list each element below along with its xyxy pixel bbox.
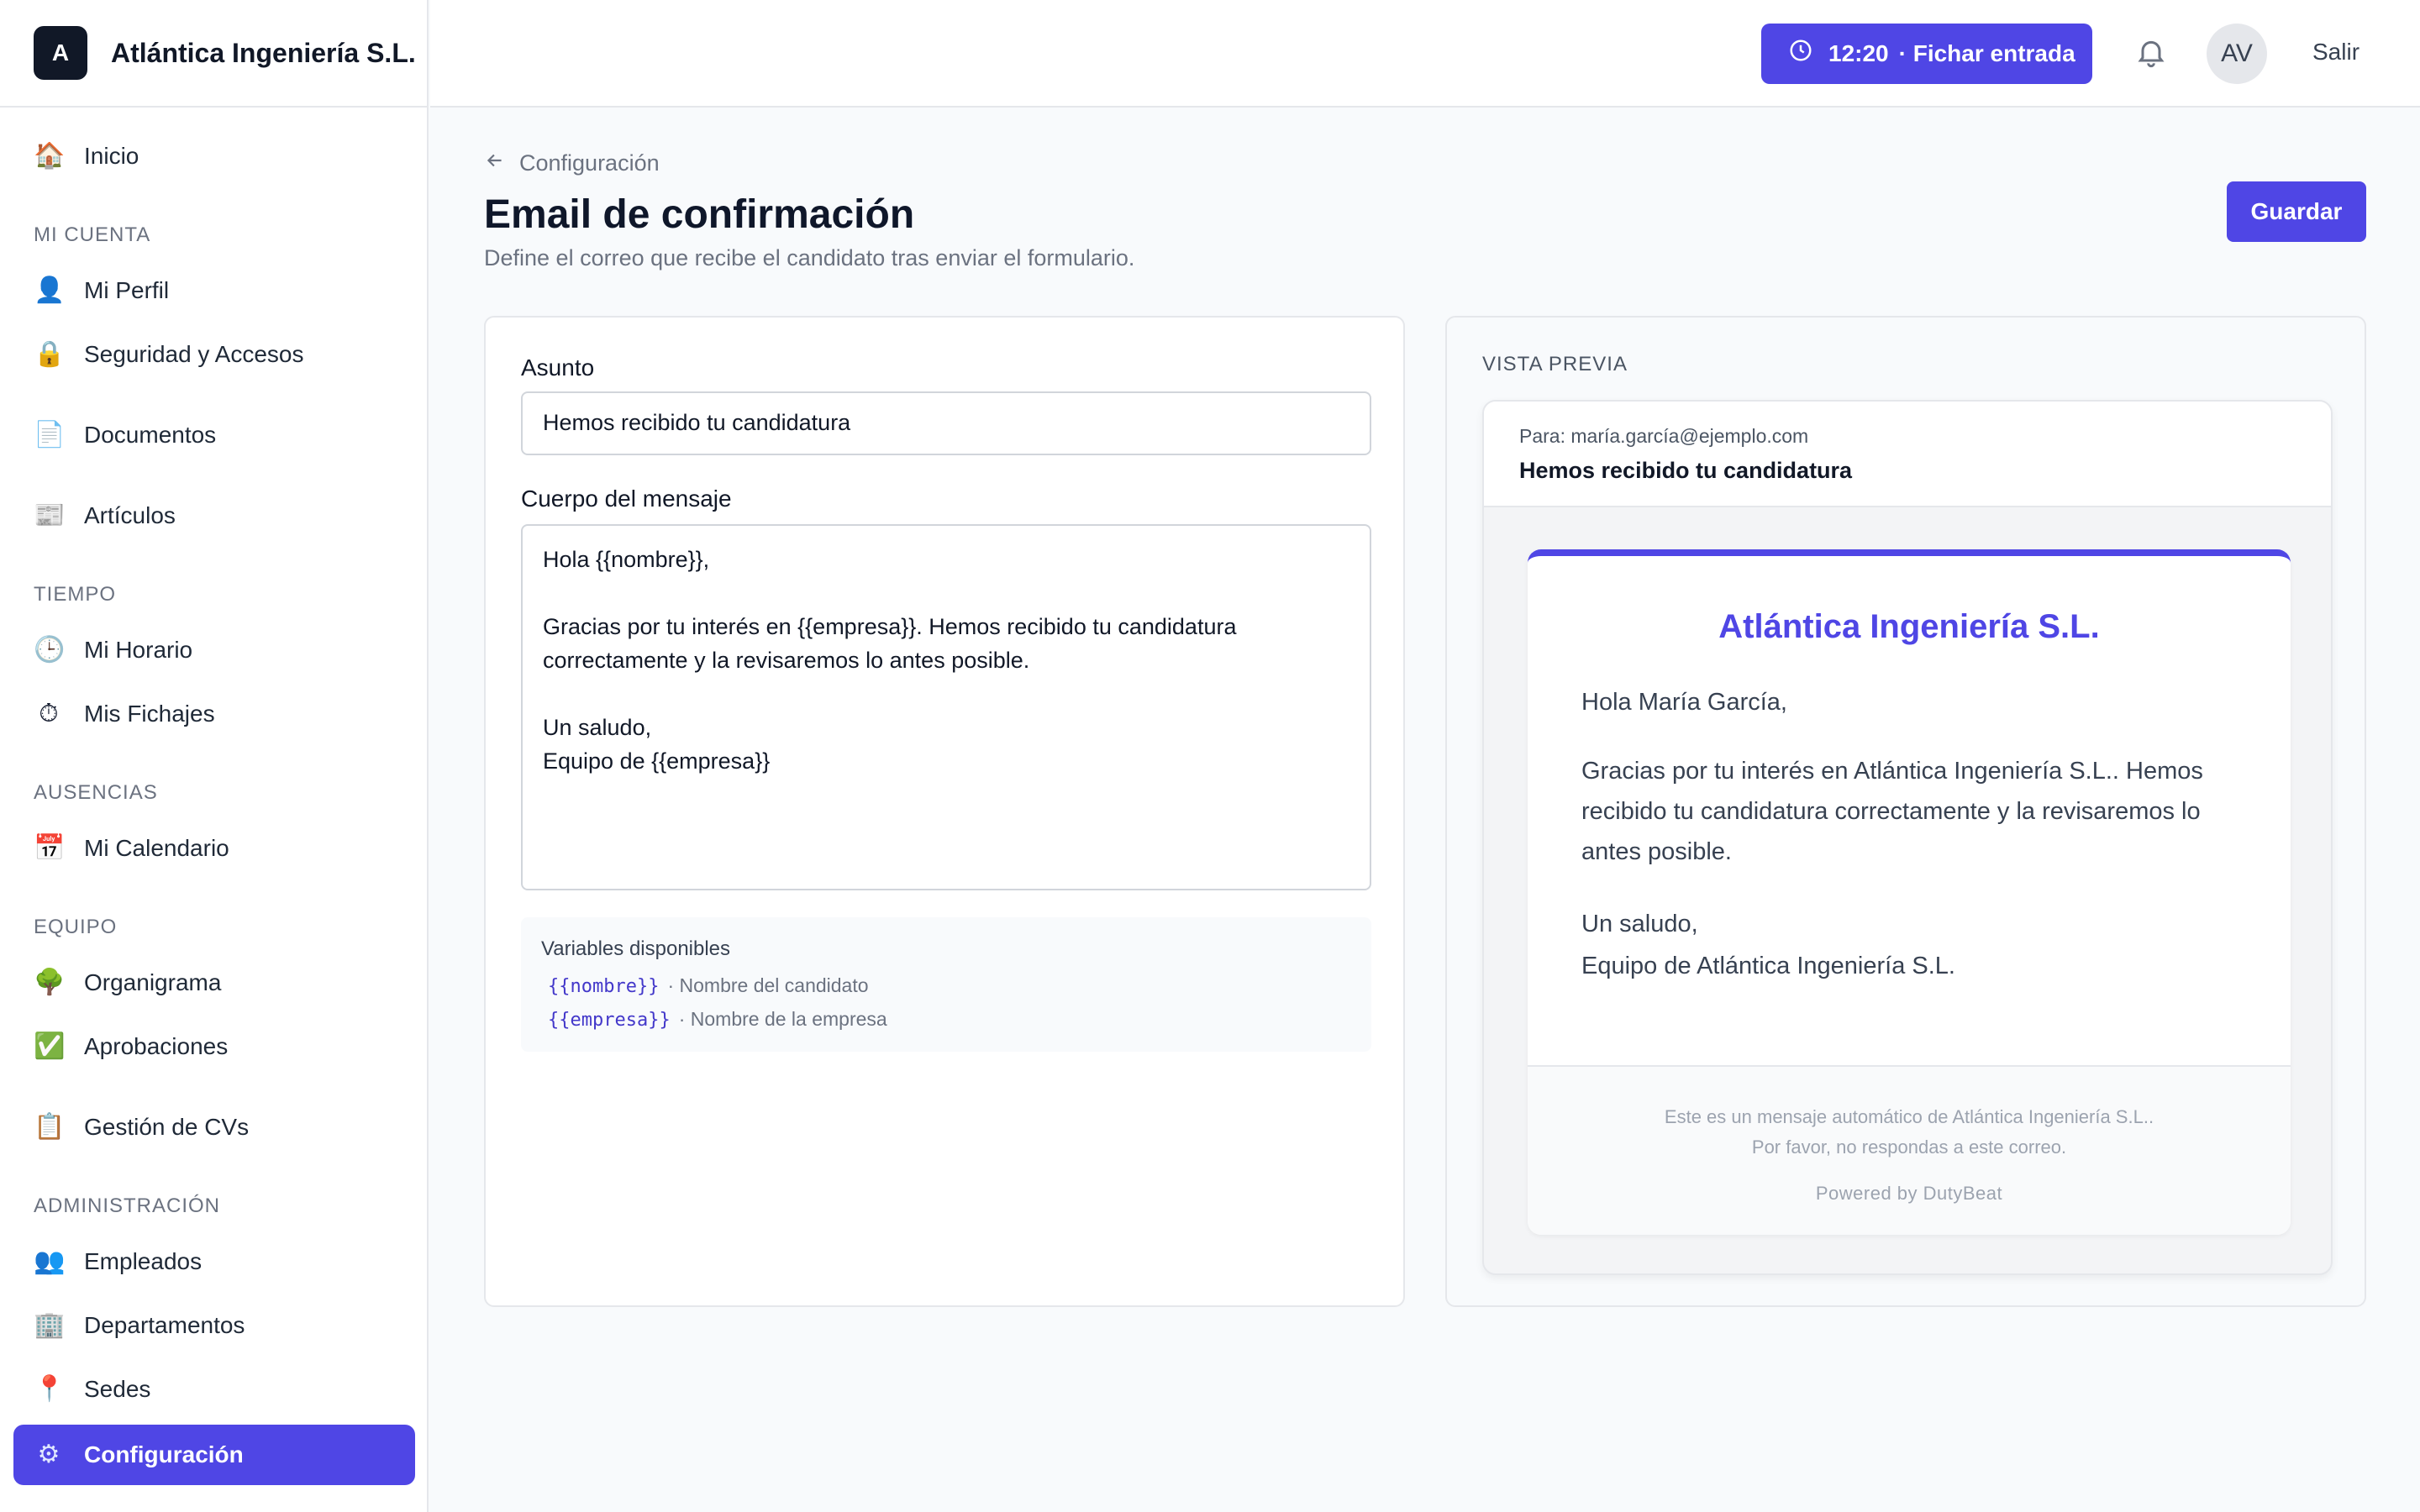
sidebar-item-articulos[interactable]: 📰 Artículos	[13, 486, 415, 546]
check-icon: ✅	[34, 1032, 66, 1060]
subject-label: Asunto	[521, 354, 595, 381]
sidebar-item-mi-calendario[interactable]: 📅 Mi Calendario	[13, 818, 415, 879]
user-icon: 👤	[34, 276, 66, 304]
email-signature: Equipo de Atlántica Ingeniería S.L.	[1581, 953, 1955, 979]
avatar[interactable]: AV	[2207, 24, 2267, 84]
clipboard-icon: 📋	[34, 1113, 66, 1141]
clock-time: 12:20	[1828, 40, 1889, 66]
sidebar-item-sedes[interactable]: 📍 Sedes	[13, 1359, 415, 1420]
breadcrumb-label: Configuración	[519, 150, 660, 176]
sidebar-item-aprobaciones[interactable]: ✅ Aprobaciones	[13, 1016, 415, 1077]
sidebar-item-label: Aprobaciones	[84, 1033, 229, 1059]
sidebar-item-label: Mi Calendario	[84, 835, 229, 861]
variable-row: {{nombre}} · Nombre del candidato	[541, 969, 1351, 1003]
sidebar-item-label: Inicio	[84, 143, 139, 169]
tree-icon: 🌳	[34, 969, 66, 996]
email-footer: Este es un mensaje automático de Atlánti…	[1528, 1065, 2291, 1235]
brand-name: Atlántica Ingeniería S.L.	[111, 37, 416, 68]
email-subject: Hemos recibido tu candidatura	[1519, 458, 1853, 483]
variable-row: {{empresa}} · Nombre de la empresa	[541, 1003, 1351, 1037]
sidebar: A Atlántica Ingeniería S.L. 🏠 Inicio MI …	[0, 0, 429, 1512]
bell-icon[interactable]	[2133, 35, 2170, 72]
home-icon: 🏠	[34, 142, 66, 170]
clock-in-button[interactable]: 12:20 · Fichar entrada	[1761, 24, 2092, 84]
section-mi-cuenta: MI CUENTA	[34, 223, 151, 246]
sidebar-item-label: Sedes	[84, 1376, 151, 1402]
newspaper-icon: 📰	[34, 501, 66, 529]
sidebar-item-documentos[interactable]: 📄 Documentos	[13, 405, 415, 465]
email-body: Atlántica Ingeniería S.L. Hola María Gar…	[1528, 549, 2291, 1235]
sidebar-item-mi-perfil[interactable]: 👤 Mi Perfil	[13, 260, 415, 321]
subject-input[interactable]: Hemos recibido tu candidatura	[521, 391, 1371, 455]
editor-card: Asunto Hemos recibido tu candidatura Cue…	[484, 316, 1405, 1307]
brand-logo: A	[34, 26, 87, 80]
stopwatch-icon: ⏱	[39, 700, 59, 727]
variables-title: Variables disponibles	[541, 937, 731, 960]
preview-card: VISTA PREVIA Para: maría.garcía@ejemplo.…	[1445, 316, 2366, 1307]
sidebar-item-label: Documentos	[84, 422, 217, 448]
building-icon: 🏢	[34, 1311, 66, 1339]
document-icon: 📄	[34, 421, 66, 449]
body-textarea[interactable]: Hola {{nombre}}, Gracias por tu interés …	[521, 524, 1371, 890]
users-icon: 👥	[34, 1247, 66, 1275]
sidebar-item-mis-fichajes[interactable]: ⏱ Mis Fichajes	[13, 684, 415, 744]
sidebar-item-empleados[interactable]: 👥 Empleados	[13, 1231, 415, 1292]
page-title: Email de confirmación	[484, 192, 915, 237]
sidebar-item-label: Mi Perfil	[84, 277, 170, 303]
section-administracion: ADMINISTRACIÓN	[34, 1194, 221, 1217]
logout-link[interactable]: Salir	[2312, 39, 2360, 66]
sidebar-item-label: Seguridad y Accesos	[84, 341, 304, 367]
top-header: 12:20 · Fichar entrada AV Salir	[430, 0, 2420, 108]
sidebar-item-label: Configuración	[84, 1441, 244, 1467]
sidebar-item-label: Empleados	[84, 1248, 203, 1274]
sidebar-item-label: Mis Fichajes	[84, 701, 215, 727]
variable-desc: · Nombre del candidato	[667, 974, 869, 996]
sidebar-item-label: Mi Horario	[84, 637, 193, 663]
email-greeting: Hola María García,	[1581, 689, 1787, 716]
variable-code: {{empresa}}	[548, 1010, 671, 1031]
email-preview: Para: maría.garcía@ejemplo.com Hemos rec…	[1482, 400, 2333, 1275]
lock-icon: 🔒	[34, 340, 66, 368]
sidebar-item-departamentos[interactable]: 🏢 Departamentos	[13, 1295, 415, 1356]
page-subtitle: Define el correo que recibe el candidato…	[484, 245, 1135, 270]
arrow-left-icon	[484, 150, 506, 177]
preview-label: VISTA PREVIA	[1482, 353, 1628, 375]
email-footer-line: Por favor, no respondas a este correo.	[1751, 1137, 2067, 1158]
variable-desc: · Nombre de la empresa	[678, 1008, 887, 1030]
variable-code: {{nombre}}	[548, 976, 660, 997]
sidebar-item-seguridad[interactable]: 🔒 Seguridad y Accesos	[13, 324, 415, 385]
sidebar-item-inicio[interactable]: 🏠 Inicio	[13, 126, 415, 186]
save-button[interactable]: Guardar	[2227, 181, 2366, 242]
sidebar-item-configuracion[interactable]: ⚙ Configuración	[13, 1425, 415, 1485]
sidebar-item-label: Departamentos	[84, 1312, 245, 1338]
sidebar-item-organigrama[interactable]: 🌳 Organigrama	[13, 953, 415, 1013]
breadcrumb-back[interactable]: Configuración	[484, 150, 660, 177]
calendar-icon: 📅	[34, 834, 66, 862]
sidebar-item-label: Artículos	[84, 502, 176, 528]
email-signoff: Un saludo,	[1581, 911, 1698, 937]
sidebar-item-mi-horario[interactable]: 🕒 Mi Horario	[13, 620, 415, 680]
clock-icon: 🕒	[34, 636, 66, 664]
clock-icon	[1788, 38, 1813, 70]
email-company-name: Atlántica Ingeniería S.L.	[1718, 608, 2100, 645]
sidebar-item-label: Organigrama	[84, 969, 222, 995]
sidebar-item-gestion-cvs[interactable]: 📋 Gestión de CVs	[13, 1097, 415, 1158]
email-footer-line: Este es un mensaje automático de Atlánti…	[1664, 1106, 2154, 1127]
gear-icon: ⚙	[37, 1441, 60, 1468]
brand-header: A Atlántica Ingeniería S.L.	[0, 0, 427, 108]
email-recipient: Para: maría.garcía@ejemplo.com	[1519, 425, 1809, 447]
email-header: Para: maría.garcía@ejemplo.com Hemos rec…	[1484, 402, 2331, 507]
body-label: Cuerpo del mensaje	[521, 486, 732, 512]
email-paragraph: Gracias por tu interés en Atlántica Inge…	[1581, 758, 2203, 865]
section-tiempo: TIEMPO	[34, 583, 117, 606]
section-ausencias: AUSENCIAS	[34, 781, 158, 804]
section-equipo: EQUIPO	[34, 916, 118, 938]
powered-by: Powered by DutyBeat	[1815, 1183, 2003, 1204]
variables-panel: Variables disponibles {{nombre}} · Nombre…	[521, 917, 1371, 1052]
pin-icon: 📍	[34, 1375, 66, 1403]
clock-action-label: · Fichar entrada	[1898, 40, 2075, 66]
sidebar-item-label: Gestión de CVs	[84, 1114, 250, 1140]
